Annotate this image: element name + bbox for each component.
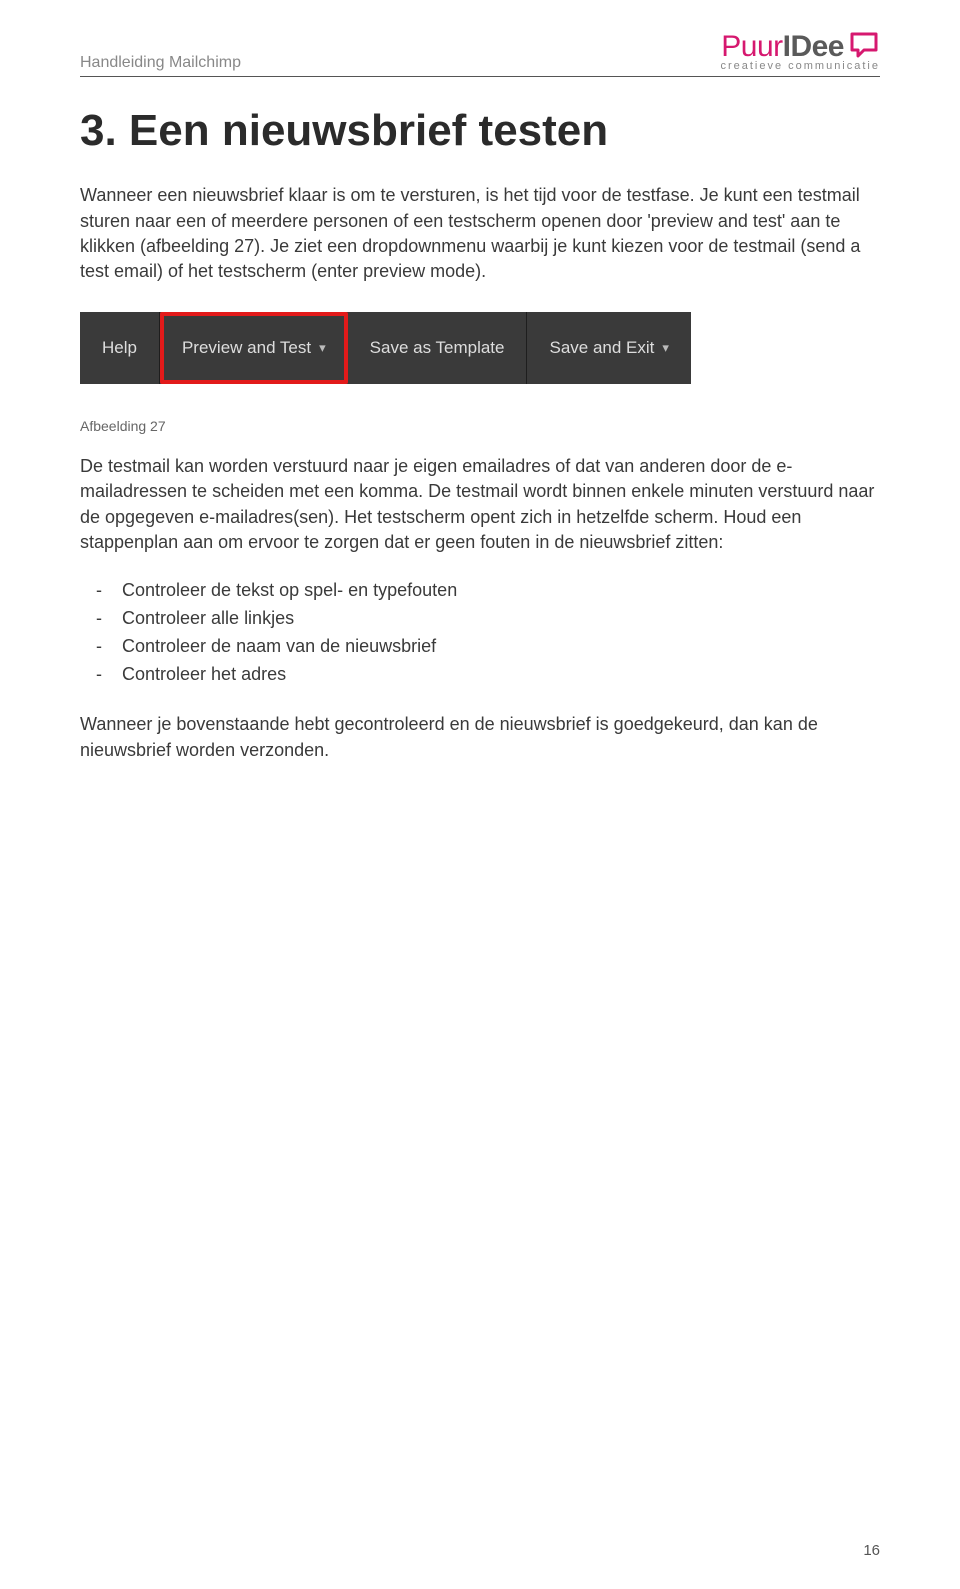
page-number: 16	[863, 1542, 880, 1559]
speech-bubble-icon	[850, 32, 880, 63]
toolbar-save-and-exit[interactable]: Save and Exit ▾	[527, 312, 690, 384]
list-item: Controleer de naam van de nieuwsbrief	[122, 633, 880, 661]
closing-paragraph: Wanneer je bovenstaande hebt gecontrolee…	[80, 712, 880, 762]
list-item: Controleer het adres	[122, 661, 880, 689]
toolbar-help-label: Help	[102, 338, 137, 358]
toolbar-save-as-template[interactable]: Save as Template	[348, 312, 528, 384]
section-heading: 3. Een nieuwsbrief testen	[80, 107, 880, 155]
logo-tagline: creatieve communicatie	[720, 60, 880, 72]
chevron-down-icon: ▾	[662, 340, 669, 356]
mailchimp-toolbar-screenshot: Help Preview and Test ▾ Save as Template…	[80, 312, 691, 384]
chevron-down-icon: ▾	[319, 340, 326, 356]
checklist: Controleer de tekst op spel- en typefout…	[80, 577, 880, 689]
page-header: Handleiding Mailchimp PuurIDee creatieve…	[80, 30, 880, 77]
toolbar-save-template-label: Save as Template	[370, 338, 505, 358]
list-item: Controleer alle linkjes	[122, 605, 880, 633]
logo-wordmark: PuurIDee	[721, 30, 844, 64]
brand-logo: PuurIDee creatieve communicatie	[720, 30, 880, 72]
intro-paragraph: Wanneer een nieuwsbrief klaar is om te v…	[80, 183, 880, 284]
toolbar-save-exit-label: Save and Exit	[549, 338, 654, 358]
toolbar-preview-label: Preview and Test	[182, 338, 311, 358]
list-item: Controleer de tekst op spel- en typefout…	[122, 577, 880, 605]
figure-caption: Afbeelding 27	[80, 418, 880, 434]
toolbar-help[interactable]: Help	[80, 312, 160, 384]
explanation-paragraph: De testmail kan worden verstuurd naar je…	[80, 454, 880, 555]
header-title: Handleiding Mailchimp	[80, 54, 241, 72]
toolbar-preview-and-test[interactable]: Preview and Test ▾	[160, 312, 348, 384]
